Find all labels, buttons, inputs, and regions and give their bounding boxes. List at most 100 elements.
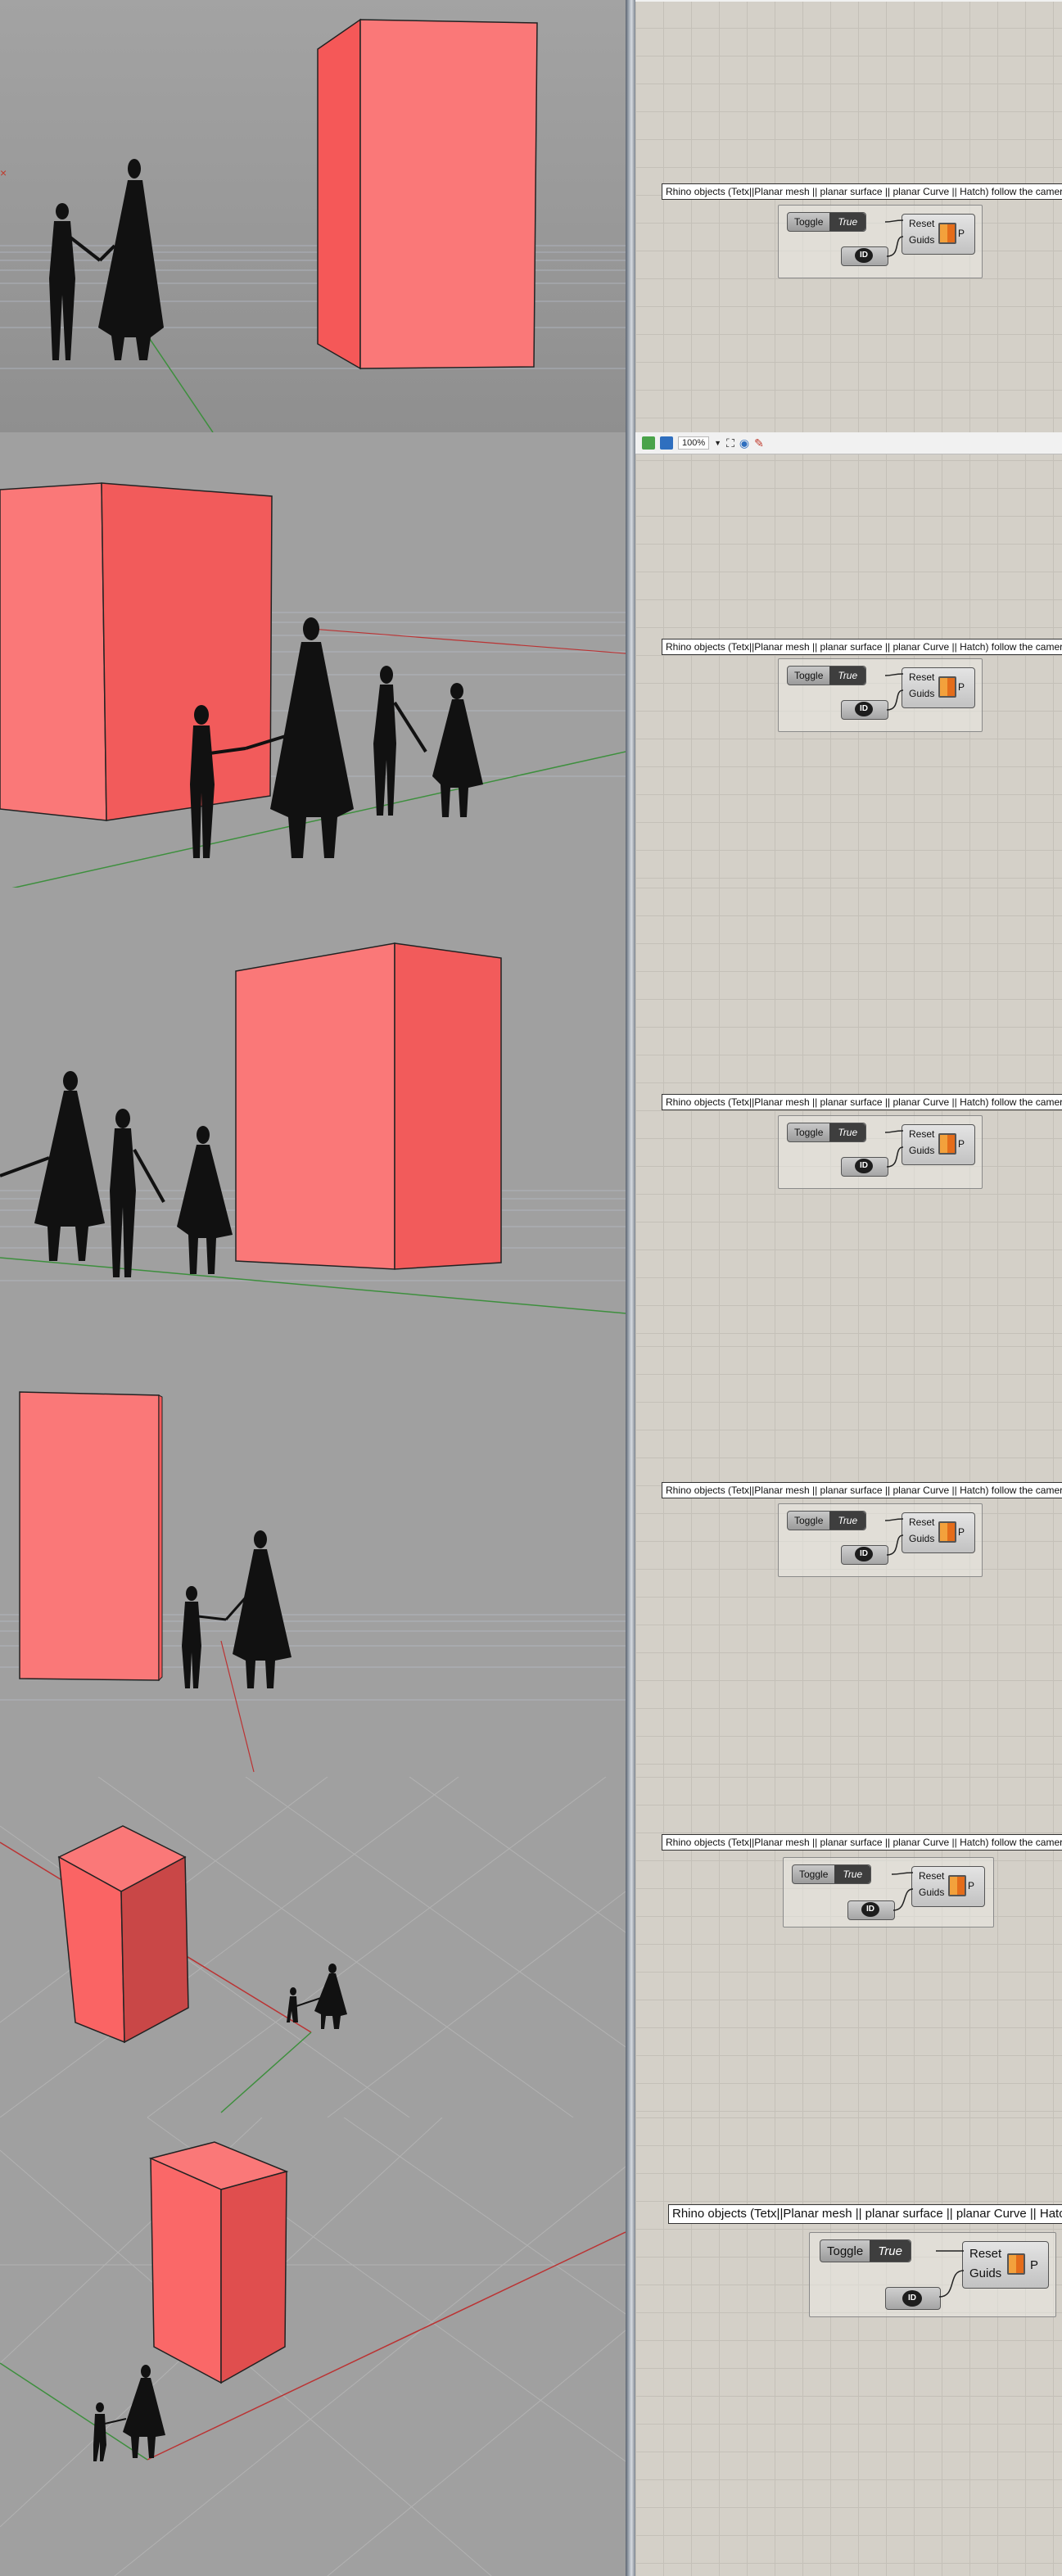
toggle-label: Toggle <box>794 1127 824 1138</box>
group-box[interactable]: Toggle True ID Reset Guids P <box>809 2232 1056 2317</box>
rhino-viewport[interactable] <box>0 1346 626 1777</box>
toggle-value[interactable]: True <box>829 1512 866 1530</box>
zoom-dropdown-icon[interactable]: ▼ <box>714 439 721 447</box>
reset-component[interactable]: Reset Guids P <box>902 214 975 255</box>
group-label[interactable]: Rhino objects (Tetx||Planar mesh || plan… <box>662 1834 1062 1851</box>
toggle-label: Toggle <box>794 216 824 228</box>
group-box[interactable]: Toggle True ID Reset Guids P <box>778 1503 983 1577</box>
grasshopper-canvas[interactable]: Rhino objects (Tetx||Planar mesh || plan… <box>635 888 1062 1346</box>
reset-component[interactable]: Reset Guids P <box>902 667 975 708</box>
reset-input: Reset <box>909 671 935 683</box>
eye-icon[interactable]: ◉ <box>739 436 749 450</box>
splitter[interactable] <box>626 0 635 432</box>
id-component[interactable]: ID <box>841 700 888 720</box>
splitter[interactable] <box>626 2117 635 2576</box>
id-component[interactable]: ID <box>885 2287 941 2310</box>
grasshopper-canvas[interactable]: Rhino objects (Tetx||Planar mesh || plan… <box>635 1777 1062 2117</box>
guids-input: Guids <box>909 688 935 699</box>
guids-input: Guids <box>969 2266 1002 2280</box>
toggle-value[interactable]: True <box>829 213 866 231</box>
group-label[interactable]: Rhino objects (Tetx||Planar mesh || plan… <box>662 1482 1062 1498</box>
save-icon[interactable] <box>660 436 673 450</box>
group-box[interactable]: Toggle True ID Reset Guids P <box>783 1857 994 1927</box>
group-label[interactable]: Rhino objects (Tetx||Planar mesh || plan… <box>662 183 1062 200</box>
box-front-face <box>0 482 107 821</box>
sketch-icon[interactable]: ✎ <box>754 436 764 450</box>
rhino-viewport[interactable] <box>0 432 626 888</box>
guids-input: Guids <box>909 1533 935 1544</box>
output-port: P <box>967 1880 974 1891</box>
grasshopper-canvas[interactable]: Rhino objects (Tetx||Planar mesh || plan… <box>635 2117 1062 2576</box>
toolbar-strip <box>635 0 1062 2</box>
viewport-panel-5: Rhino objects (Tetx||Planar mesh || plan… <box>0 1777 1062 2117</box>
bake-icon <box>948 1875 966 1896</box>
toggle-value[interactable]: True <box>829 1123 866 1141</box>
box-side-face <box>317 18 361 370</box>
splitter[interactable] <box>626 888 635 1346</box>
group-box[interactable]: Toggle True ID Reset Guids P <box>778 205 983 278</box>
id-badge: ID <box>855 1547 873 1561</box>
output-port: P <box>957 1138 965 1150</box>
reset-input: Reset <box>909 218 935 229</box>
reset-component[interactable]: Reset Guids P <box>902 1124 975 1165</box>
boolean-toggle[interactable]: Toggle True <box>787 212 867 232</box>
toggle-value[interactable]: True <box>829 667 866 685</box>
toggle-value[interactable]: True <box>870 2240 911 2262</box>
rhino-viewport[interactable] <box>0 1777 626 2117</box>
box-side-face <box>220 2171 287 2384</box>
zoom-level[interactable]: 100% <box>678 436 710 450</box>
boolean-toggle[interactable]: Toggle True <box>792 1864 872 1884</box>
grasshopper-canvas[interactable]: 100% ▼ ⛶ ◉ ✎ Rhino objects (Tetx||Planar… <box>635 432 1062 888</box>
reset-input: Reset <box>909 1516 935 1528</box>
reset-component[interactable]: Reset Guids P <box>902 1512 975 1553</box>
output-port: P <box>957 1526 965 1538</box>
id-component[interactable]: ID <box>841 1545 888 1565</box>
viewport-panel-4: Rhino objects (Tetx||Planar mesh || plan… <box>0 1346 1062 1777</box>
id-component[interactable]: ID <box>847 1900 895 1920</box>
reset-input: Reset <box>969 2247 1002 2261</box>
reset-component[interactable]: Reset Guids P <box>962 2241 1049 2289</box>
output-port: P <box>957 681 965 693</box>
splitter[interactable] <box>626 1777 635 2117</box>
rhino-viewport[interactable] <box>0 888 626 1346</box>
grasshopper-canvas[interactable]: Rhino objects (Tetx||Planar mesh || plan… <box>635 0 1062 432</box>
reset-component[interactable]: Reset Guids P <box>911 1866 985 1907</box>
id-component[interactable]: ID <box>841 246 888 266</box>
splitter[interactable] <box>626 1346 635 1777</box>
toggle-label: Toggle <box>799 1869 829 1880</box>
padlock-icon[interactable] <box>642 436 655 450</box>
box-front-face <box>150 2157 222 2384</box>
guids-input: Guids <box>909 1145 935 1156</box>
boolean-toggle[interactable]: Toggle True <box>787 1511 867 1530</box>
rhino-viewport[interactable]: × <box>0 0 626 432</box>
canvas-toolbar: 100% ▼ ⛶ ◉ ✎ <box>635 432 1062 454</box>
boolean-toggle[interactable]: Toggle True <box>820 2239 911 2262</box>
boolean-toggle[interactable]: Toggle True <box>787 666 867 685</box>
reset-input: Reset <box>909 1128 935 1140</box>
group-box[interactable]: Toggle True ID Reset Guids P <box>778 1115 983 1189</box>
grasshopper-canvas[interactable]: Rhino objects (Tetx||Planar mesh || plan… <box>635 1346 1062 1777</box>
id-component[interactable]: ID <box>841 1157 888 1177</box>
group-label[interactable]: Rhino objects (Tetx||Planar mesh || plan… <box>668 2204 1062 2224</box>
box-front-face <box>19 1391 160 1681</box>
id-badge: ID <box>855 1159 873 1173</box>
rhino-viewport[interactable] <box>0 2117 626 2576</box>
box-side-face <box>394 942 502 1270</box>
viewport-panel-6: Rhino objects (Tetx||Planar mesh || plan… <box>0 2117 1062 2576</box>
output-port: P <box>957 228 965 239</box>
box-side-face <box>158 1394 163 1682</box>
reset-input: Reset <box>919 1870 945 1882</box>
group-label[interactable]: Rhino objects (Tetx||Planar mesh || plan… <box>662 639 1062 655</box>
viewport-panel-1: × Rhino objects (Tetx||Planar mesh || pl… <box>0 0 1062 432</box>
bake-icon <box>938 676 956 698</box>
toggle-label: Toggle <box>794 670 824 681</box>
id-badge: ID <box>855 248 873 263</box>
group-label[interactable]: Rhino objects (Tetx||Planar mesh || plan… <box>662 1094 1062 1110</box>
toggle-value[interactable]: True <box>834 1865 871 1883</box>
guids-input: Guids <box>909 234 935 246</box>
group-box[interactable]: Toggle True ID Reset Guids P <box>778 658 983 732</box>
viewport-panel-2: 100% ▼ ⛶ ◉ ✎ Rhino objects (Tetx||Planar… <box>0 432 1062 888</box>
boolean-toggle[interactable]: Toggle True <box>787 1123 867 1142</box>
splitter[interactable] <box>626 432 635 888</box>
zoom-extents-icon[interactable]: ⛶ <box>726 436 734 450</box>
